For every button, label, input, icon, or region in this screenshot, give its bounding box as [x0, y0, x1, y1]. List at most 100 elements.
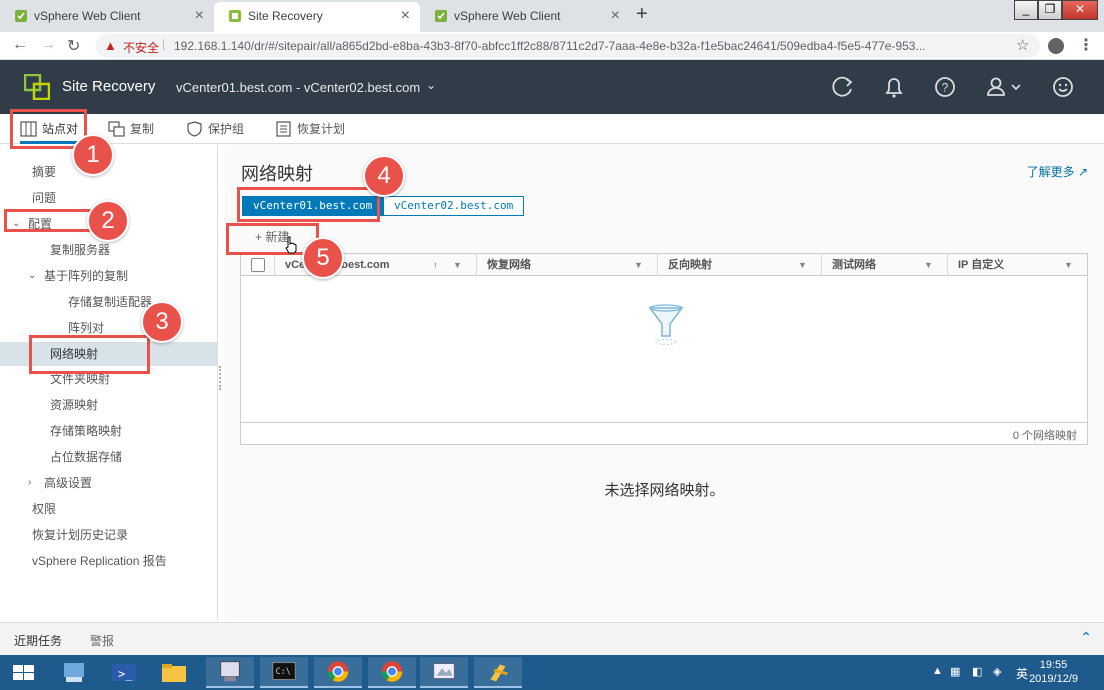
filter-icon[interactable]: ▼ [924, 254, 933, 276]
external-link-icon: ↗ [1077, 165, 1088, 179]
sidebar-item-storage-adapters[interactable]: 存储复制适配器 [0, 290, 218, 314]
smiley-icon[interactable] [1050, 74, 1076, 100]
browser-tab-title: Site Recovery [248, 9, 323, 23]
reload-icon[interactable]: ↻ [67, 36, 80, 56]
volume-icon[interactable]: ◈ [993, 665, 1001, 678]
new-tab-icon[interactable]: + [636, 3, 648, 26]
minimize-window-icon[interactable]: _ [1014, 0, 1038, 20]
refresh-icon[interactable] [830, 74, 856, 100]
snipping-tool-icon[interactable] [420, 657, 468, 688]
site-recovery-logo-icon [24, 74, 50, 100]
svg-text:>_: >_ [118, 667, 133, 681]
tab-close-icon[interactable]: × [195, 2, 204, 30]
filter-icon[interactable]: ▼ [1064, 254, 1073, 276]
chevron-down-icon[interactable]: ⌄ [426, 78, 436, 92]
sidebar-item-placeholder-datastores[interactable]: 占位数据存储 [0, 445, 218, 469]
forward-arrow-icon[interactable]: → [40, 36, 56, 54]
annotation-box-3 [29, 335, 150, 374]
network-mapping-grid: vCenter01.best.com ↑ ▼ 恢复网络 ▼ 反向映射 ▼ 测试网… [240, 253, 1088, 445]
annotation-badge-2: 2 [87, 200, 129, 242]
annotation-box-2 [4, 209, 96, 232]
replication-icon [108, 121, 125, 137]
column-header-reverse-mapping[interactable]: 反向映射 ▼ [657, 254, 821, 276]
back-arrow-icon[interactable]: ← [12, 36, 28, 54]
url-text[interactable]: 192.168.1.140/dr/#/sitepair/all/a865d2bd… [174, 39, 1006, 53]
shield-icon [187, 121, 202, 137]
filter-icon[interactable]: ▼ [634, 254, 643, 276]
grid-footer: 0 个网络映射 [241, 422, 1087, 444]
sidebar-item-array-replication[interactable]: ⌄ 基于阵列的复制 [0, 264, 218, 288]
sidebar-item-permissions[interactable]: 权限 [0, 497, 218, 521]
app-header: Site Recovery vCenter01.best.com - vCent… [0, 60, 1104, 114]
tab-label: 恢复计划 [297, 122, 346, 136]
chrome-icon[interactable] [368, 657, 416, 688]
browser-toolbar: ← → ↻ ▲ 不安全 | 192.168.1.140/dr/#/sitepai… [0, 32, 1104, 60]
tab-label: 保护组 [208, 122, 245, 136]
recent-tasks-bar: 近期任务 警报 ⌃ [0, 622, 1104, 655]
user-icon[interactable] [984, 74, 1024, 100]
help-icon[interactable]: ? [932, 74, 958, 100]
chrome-icon[interactable] [314, 657, 362, 688]
tray-arrow-icon[interactable]: ▲ [932, 665, 943, 677]
security-label: 不安全 [123, 41, 160, 55]
alarms-tab[interactable]: 警报 [90, 632, 114, 649]
sidebar-resize-handle[interactable] [219, 366, 223, 390]
sidebar-item-vsphere-replication-reports[interactable]: vSphere Replication 报告 [0, 549, 218, 573]
browser-tab[interactable]: vSphere Web Client × [0, 2, 214, 32]
file-explorer-icon[interactable] [150, 657, 198, 688]
sidebar-item-storage-policy-mappings[interactable]: 存储策略映射 [0, 419, 218, 443]
site-recovery-favicon-icon [229, 10, 241, 22]
vmware-console-icon[interactable] [206, 657, 254, 688]
ime-indicator[interactable]: 英 [1016, 665, 1028, 682]
chevron-down-icon[interactable]: ⌄ [28, 264, 36, 288]
grid-header: vCenter01.best.com ↑ ▼ 恢复网络 ▼ 反向映射 ▼ 测试网… [241, 254, 1087, 276]
address-bar[interactable]: ▲ 不安全 | 192.168.1.140/dr/#/sitepair/all/… [96, 34, 1040, 58]
powershell-icon[interactable]: >_ [100, 657, 148, 688]
browser-tab-title: vSphere Web Client [34, 9, 141, 23]
browser-tab[interactable]: vSphere Web Client × [420, 2, 630, 32]
url-separator: | [162, 37, 166, 51]
vsphere-favicon-icon [435, 10, 447, 22]
filter-icon[interactable]: ▼ [453, 254, 462, 276]
browser-menu-icon[interactable]: ⋮ [1078, 35, 1094, 55]
tab-label: 复制 [130, 122, 155, 136]
bell-icon[interactable] [881, 74, 907, 100]
app-name: Site Recovery [62, 78, 156, 95]
annotation-badge-1: 1 [72, 134, 114, 176]
maximize-window-icon[interactable]: ❐ [1038, 0, 1062, 20]
svg-text:C:\: C:\ [276, 666, 291, 676]
column-header-recovery-network[interactable]: 恢复网络 ▼ [476, 254, 657, 276]
chevron-right-icon[interactable]: › [28, 471, 31, 495]
sort-ascending-icon[interactable]: ↑ [433, 254, 438, 276]
pinned-app-icon[interactable] [474, 657, 522, 688]
chevron-up-icon[interactable]: ⌃ [1080, 629, 1092, 646]
tab-recovery-plan[interactable]: 恢复计划 [275, 114, 345, 144]
vcenter02-button[interactable]: vCenter02.best.com [383, 196, 525, 216]
close-window-icon[interactable]: ✕ [1062, 0, 1098, 20]
bookmark-star-icon[interactable]: ☆ [1016, 36, 1029, 54]
sidebar-item-resource-mappings[interactable]: 资源映射 [0, 393, 218, 417]
tab-protection-group[interactable]: 保护组 [186, 114, 244, 144]
column-header-test-network[interactable]: 测试网络 ▼ [821, 254, 947, 276]
windows-start-icon[interactable] [0, 657, 48, 688]
learn-more-link[interactable]: 了解更多 ↗ [1027, 163, 1088, 180]
command-prompt-icon[interactable]: C:\ [260, 657, 308, 688]
sidebar-item-recovery-history[interactable]: 恢复计划历史记录 [0, 523, 218, 547]
network-status-icon[interactable]: ▦ [950, 665, 960, 678]
system-clock[interactable]: 19:55 2019/12/9 [1029, 658, 1078, 686]
filter-icon[interactable]: ▼ [798, 254, 807, 276]
hand-cursor-icon [285, 236, 297, 254]
recent-tasks-tab[interactable]: 近期任务 [14, 632, 62, 649]
tray-app-icon[interactable]: ◧ [972, 665, 982, 678]
tab-close-icon[interactable]: × [401, 2, 410, 30]
browser-tab-active[interactable]: Site Recovery × [214, 2, 420, 32]
tab-replication[interactable]: 复制 [108, 114, 154, 144]
select-all-checkbox[interactable] [251, 258, 265, 272]
tab-close-icon[interactable]: × [611, 2, 620, 30]
server-manager-icon[interactable] [50, 657, 98, 688]
site-pair-selector[interactable]: vCenter01.best.com - vCenter02.best.com [176, 80, 420, 95]
app-tabs: 站点对 复制 保护组 恢复计划 [0, 114, 1104, 144]
column-header-ip-customization[interactable]: IP 自定义 ▼ [947, 254, 1087, 276]
profile-avatar-icon[interactable] [1048, 38, 1064, 54]
sidebar-item-advanced-settings[interactable]: › 高级设置 [0, 471, 218, 495]
